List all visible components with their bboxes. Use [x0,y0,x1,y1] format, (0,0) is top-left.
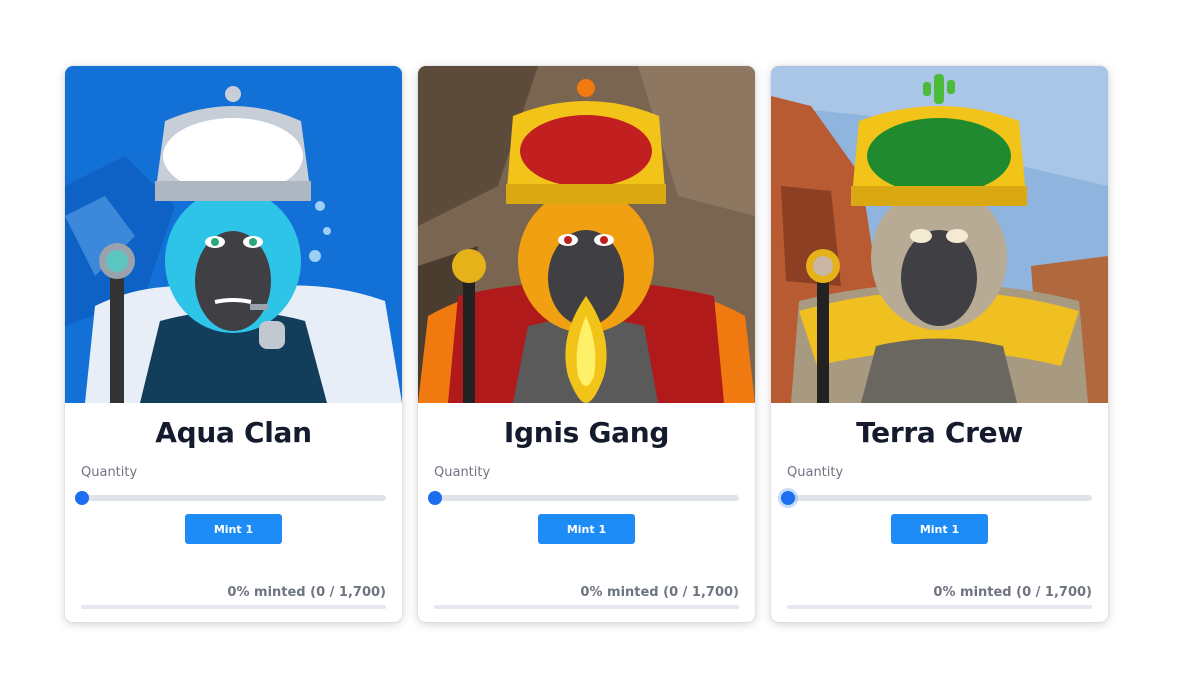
blue-gorilla-king-underwater-icon [65,66,402,403]
quantity-slider-thumb[interactable] [428,491,442,505]
quantity-slider-thumb[interactable] [75,491,89,505]
quantity-slider[interactable] [428,491,739,505]
collection-title: Ignis Gang [503,416,670,449]
quantity-label: Quantity [787,465,844,480]
collection-title: Terra Crew [856,416,1023,449]
mint-button[interactable]: Mint 1 [538,514,635,544]
quantity-slider-thumb[interactable] [781,491,795,505]
mint-button[interactable]: Mint 1 [185,514,282,544]
quantity-label: Quantity [434,465,491,480]
quantity-slider[interactable] [75,491,386,505]
fire-gorilla-king-icon [418,66,755,403]
collection-title: Aqua Clan [155,416,312,449]
minted-progress-bar [81,605,386,609]
minted-progress-bar [787,605,1092,609]
minted-progress-bar [434,605,739,609]
earth-gorilla-king-desert-icon [771,66,1108,403]
minted-status: 0% minted (0 / 1,700) [580,585,739,600]
minted-status: 0% minted (0 / 1,700) [933,585,1092,600]
quantity-slider[interactable] [781,491,1092,505]
collection-card-aqua: Aqua Clan Quantity Mint 1 0% minted (0 /… [65,66,402,622]
quantity-label: Quantity [81,465,138,480]
collection-card-terra: Terra Crew Quantity Mint 1 0% minted (0 … [771,66,1108,622]
mint-button[interactable]: Mint 1 [891,514,988,544]
collection-card-ignis: Ignis Gang Quantity Mint 1 0% minted (0 … [418,66,755,622]
minted-status: 0% minted (0 / 1,700) [227,585,386,600]
